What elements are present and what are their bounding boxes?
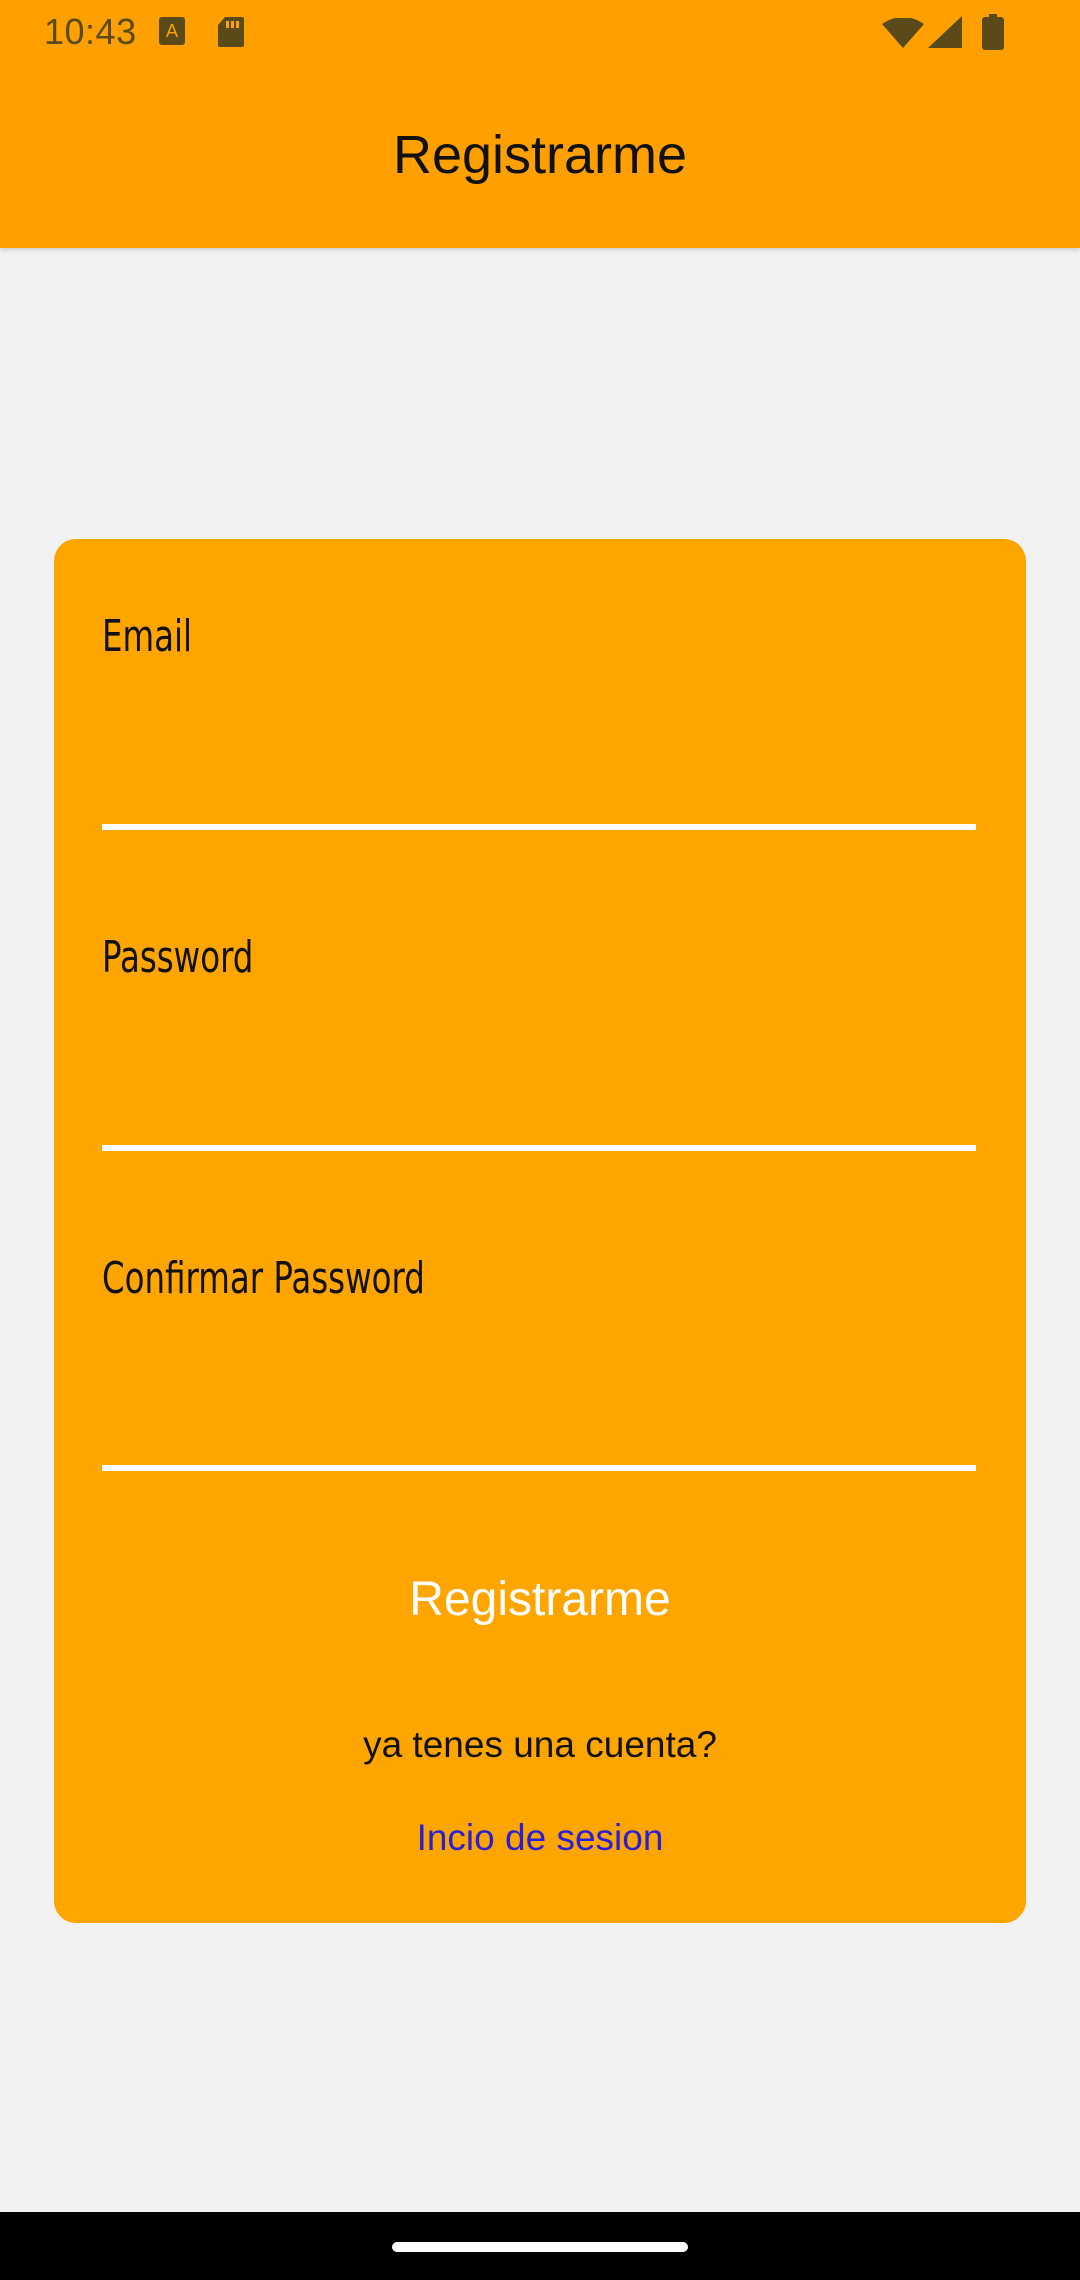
confirm-password-field[interactable] bbox=[102, 1391, 976, 1471]
page-title: Registrarme bbox=[392, 125, 688, 185]
signal-icon bbox=[928, 16, 962, 53]
svg-text:A: A bbox=[166, 21, 179, 42]
wifi-icon bbox=[882, 17, 924, 53]
confirm-password-label: Confirmar Password bbox=[102, 1253, 425, 1304]
home-handle[interactable] bbox=[392, 2242, 688, 2252]
password-label: Password bbox=[102, 932, 254, 983]
status-time: 10:43 bbox=[44, 11, 137, 52]
login-link[interactable]: Incio de sesion bbox=[54, 1817, 1026, 1859]
register-button[interactable]: Registrarme bbox=[54, 1539, 1026, 1659]
battery-icon bbox=[982, 14, 1004, 55]
email-field[interactable] bbox=[102, 750, 976, 830]
a-badge-icon: A bbox=[158, 16, 186, 51]
status-bar: 10:43 A bbox=[0, 0, 1080, 64]
register-card: Email Password Confirmar Password Regist… bbox=[54, 539, 1026, 1923]
have-account-text: ya tenes una cuenta? bbox=[363, 1724, 717, 1765]
app-bar: Registrarme bbox=[0, 64, 1080, 248]
system-nav-bar bbox=[0, 2212, 1080, 2280]
sd-card-icon bbox=[217, 16, 245, 53]
password-field[interactable] bbox=[102, 1071, 976, 1151]
email-label: Email bbox=[102, 611, 193, 662]
